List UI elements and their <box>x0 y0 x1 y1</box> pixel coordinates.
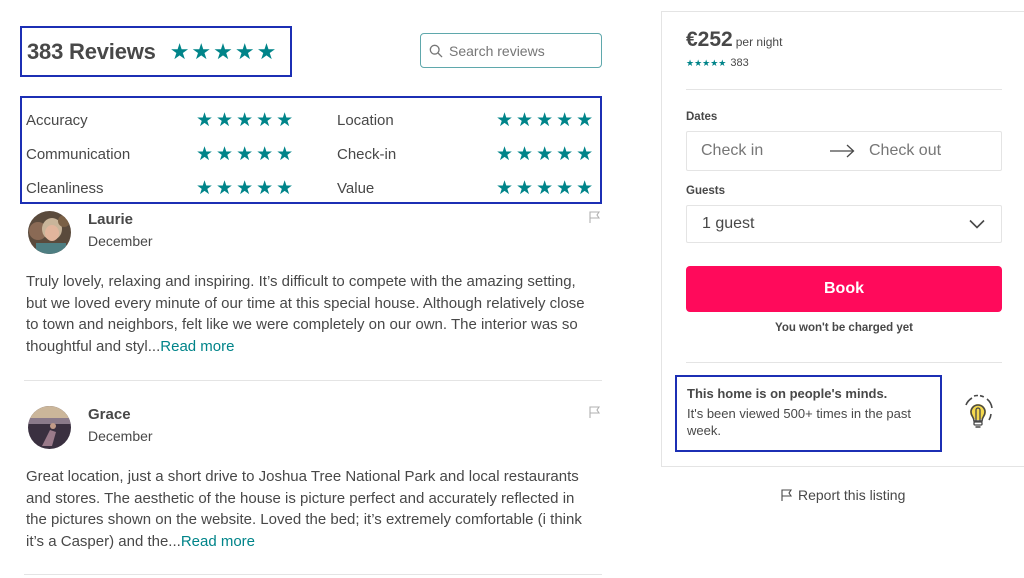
price-value: €252 <box>686 28 733 51</box>
review-count: 383 <box>730 57 749 69</box>
rating-label: Communication <box>26 146 131 163</box>
overall-rating-stars: ★★★★★ <box>169 38 279 64</box>
mini-rating[interactable]: ★★★★★ 383 <box>686 57 749 69</box>
check-out-input[interactable]: Check out <box>869 142 941 160</box>
read-more-link[interactable]: Read more <box>181 533 255 550</box>
guests-label: Guests <box>686 185 725 197</box>
rating-label: Value <box>337 180 375 197</box>
reviews-count-title: 383 Reviews <box>27 38 156 64</box>
reviewer-avatar[interactable] <box>28 406 71 449</box>
rating-label: Check-in <box>337 146 397 163</box>
review-date: December <box>88 233 153 249</box>
price: €252 per night <box>686 28 782 52</box>
chevron-down-icon <box>969 219 985 229</box>
review-body: Truly lovely, relaxing and inspiring. It… <box>26 273 585 355</box>
rating-label: Cleanliness <box>26 180 104 197</box>
report-listing-link[interactable]: Report this listing <box>780 487 905 503</box>
rating-check-in: Check-in ★★★★★ <box>337 143 596 166</box>
dates-label: Dates <box>686 111 718 123</box>
guests-select[interactable]: 1 guest <box>686 205 1002 243</box>
review-text: Truly lovely, relaxing and inspiring. It… <box>26 271 596 357</box>
rating-stars: ★★★★★ <box>496 144 597 165</box>
rating-stars: ★★★★★ <box>196 144 297 165</box>
review-date: December <box>88 428 153 444</box>
lightbulb-icon <box>965 394 993 428</box>
no-charge-note: You won't be charged yet <box>775 322 913 334</box>
dates-field: Check in Check out <box>686 131 1002 171</box>
reviewer-name: Laurie <box>88 211 134 228</box>
book-button[interactable]: Book <box>686 266 1002 312</box>
popularity-notice: This home is on people's minds. It's bee… <box>675 375 942 452</box>
check-in-input[interactable]: Check in <box>701 142 829 160</box>
rating-stars: ★★★★★ <box>496 110 597 131</box>
flag-icon[interactable] <box>588 210 602 224</box>
review-divider <box>24 574 602 575</box>
arrow-right-icon <box>829 144 869 158</box>
search-icon <box>429 44 443 57</box>
category-ratings: Accuracy ★★★★★ Communication ★★★★★ Clean… <box>20 96 602 204</box>
rating-location: Location ★★★★★ <box>337 109 596 132</box>
flag-icon <box>781 489 793 501</box>
popularity-text: It's been viewed 500+ times in the past … <box>687 406 911 438</box>
popularity-title: This home is on people's minds. <box>687 386 888 401</box>
review-divider <box>24 380 602 381</box>
rating-stars: ★★★★★ <box>496 178 597 199</box>
mini-rating-stars: ★★★★★ <box>686 57 727 68</box>
reviewer-avatar[interactable] <box>28 211 71 254</box>
search-reviews-field[interactable] <box>420 33 602 68</box>
review-text: Great location, just a short drive to Jo… <box>26 466 596 552</box>
search-reviews-input[interactable] <box>449 42 589 59</box>
report-listing-label: Report this listing <box>798 487 906 503</box>
reviews-header: 383 Reviews ★★★★★ <box>20 26 292 77</box>
panel-divider <box>686 89 1002 90</box>
price-unit: per night <box>735 35 783 49</box>
rating-label: Location <box>337 112 394 129</box>
review-item: Grace December Great location, just a sh… <box>26 405 604 555</box>
rating-accuracy: Accuracy ★★★★★ <box>26 109 296 132</box>
rating-value: Value ★★★★★ <box>337 177 596 200</box>
review-body: Great location, just a short drive to Jo… <box>26 468 582 550</box>
panel-divider <box>686 362 1002 363</box>
flag-icon[interactable] <box>588 405 602 419</box>
read-more-link[interactable]: Read more <box>160 338 234 355</box>
rating-cleanliness: Cleanliness ★★★★★ <box>26 177 296 200</box>
rating-label: Accuracy <box>26 112 88 129</box>
guests-value: 1 guest <box>702 215 755 232</box>
rating-communication: Communication ★★★★★ <box>26 143 296 166</box>
review-item: Laurie December Truly lovely, relaxing a… <box>26 210 604 360</box>
rating-stars: ★★★★★ <box>196 110 297 131</box>
reviewer-name: Grace <box>88 406 131 423</box>
rating-stars: ★★★★★ <box>196 178 297 199</box>
